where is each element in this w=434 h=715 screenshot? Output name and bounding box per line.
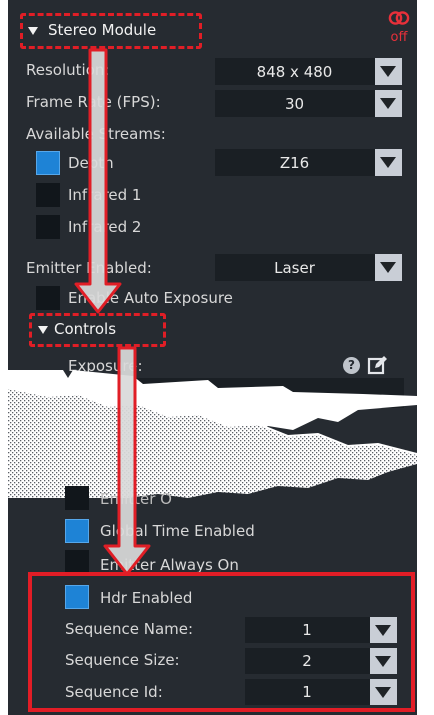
arrow-down-1: [74, 48, 122, 314]
annotation-arrows: [74, 48, 151, 576]
arrow-down-2: [103, 346, 151, 576]
options-panel: Stereo Module off Resolution: 848 x 480 …: [8, 0, 417, 715]
